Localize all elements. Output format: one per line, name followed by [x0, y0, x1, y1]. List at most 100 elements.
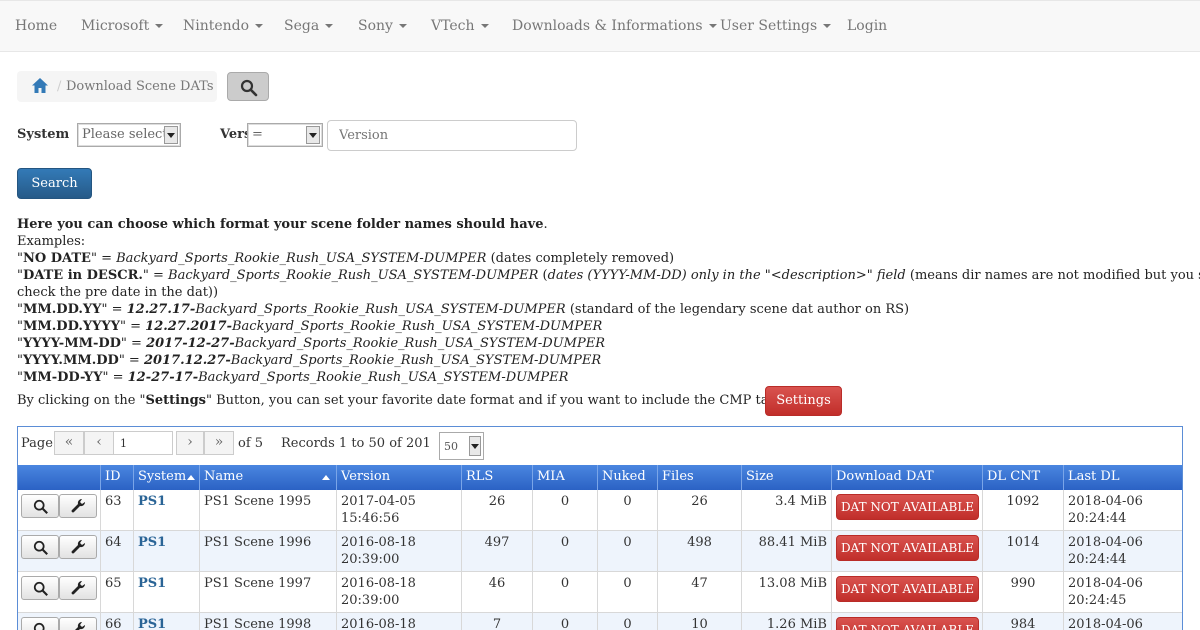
- view-button[interactable]: [21, 494, 59, 518]
- col-mia[interactable]: MIA: [532, 465, 597, 490]
- system-link[interactable]: PS1: [138, 535, 166, 550]
- example-yyyy-mm-dd-dash: "YYYY-MM-DD" = 2017-12-27-Backyard_Sport…: [17, 336, 605, 351]
- version-operator-select[interactable]: =: [247, 123, 323, 147]
- system-link[interactable]: PS1: [138, 576, 166, 591]
- table-row: 65 PS1 PS1 Scene 1997 2016-08-18 20:39:00…: [18, 572, 1182, 613]
- breadcrumb: / Download Scene DATs: [17, 71, 217, 102]
- cell-rls: 7: [461, 613, 532, 630]
- nav-downloads[interactable]: Downloads & Informations: [512, 18, 717, 34]
- nav-nintendo[interactable]: Nintendo: [183, 18, 264, 34]
- cell-id: 65: [100, 572, 133, 613]
- example-note: (dates completely removed): [486, 251, 675, 266]
- nav-sony[interactable]: Sony: [358, 18, 407, 34]
- version-time: 20:39:00: [341, 552, 400, 567]
- version-time: 15:46:56: [341, 511, 400, 526]
- example-note: (: [538, 268, 548, 283]
- col-last-dl[interactable]: Last DL: [1063, 465, 1182, 490]
- cell-id: 66: [100, 613, 133, 630]
- equals: " =: [90, 251, 117, 266]
- row-actions: [18, 531, 100, 572]
- system-link[interactable]: PS1: [138, 494, 166, 509]
- cell-rls: 26: [461, 490, 532, 531]
- top-navbar: Home Microsoft Nintendo Sega Sony VTech …: [0, 0, 1200, 52]
- example-note-italic: dates (YYYY-MM-DD) only in the "<descrip…: [547, 268, 906, 283]
- equals: " =: [142, 268, 169, 283]
- col-actions: [18, 465, 100, 490]
- settings-button[interactable]: Settings: [765, 386, 842, 416]
- col-name[interactable]: Name: [199, 465, 336, 490]
- view-button[interactable]: [21, 576, 59, 600]
- cell-download-dat: DAT NOT AVAILABLE: [831, 531, 982, 572]
- edit-button[interactable]: [59, 494, 97, 518]
- breadcrumb-current: Download Scene DATs: [66, 79, 214, 94]
- cell-nuked: 0: [597, 531, 657, 572]
- cell-version: 2016-08-18 20:39:00: [336, 531, 461, 572]
- nav-vtech[interactable]: VTech: [431, 18, 489, 34]
- caret-down-icon: [708, 24, 717, 28]
- first-page-button[interactable]: «: [54, 431, 84, 455]
- example-date-in-descr-cont: check the pre date in the dat)): [17, 285, 219, 300]
- cell-mia: 0: [532, 572, 597, 613]
- edit-button[interactable]: [59, 576, 97, 600]
- download-dat-button[interactable]: DAT NOT AVAILABLE: [836, 494, 979, 520]
- caret-down-icon: [480, 24, 489, 28]
- nav-sega-label: Sega: [284, 18, 320, 34]
- prev-page-button[interactable]: ‹: [84, 431, 114, 455]
- intro-text: Here you can choose which format your sc…: [17, 216, 548, 233]
- edit-button[interactable]: [59, 535, 97, 559]
- format-key: NO DATE: [22, 251, 91, 266]
- download-dat-button[interactable]: DAT NOT AVAILABLE: [836, 617, 979, 630]
- last-dl-time: 20:24:44: [1068, 552, 1127, 567]
- cell-size: 13.08 MiB: [741, 572, 831, 613]
- col-dl-cnt[interactable]: DL CNT: [982, 465, 1063, 490]
- example-value: Backyard_Sports_Rookie_Rush_USA_SYSTEM-D…: [234, 336, 605, 351]
- format-key: MM.DD.YYYY: [22, 319, 121, 334]
- next-page-button[interactable]: ›: [176, 431, 204, 455]
- col-files[interactable]: Files: [657, 465, 741, 490]
- download-dat-button[interactable]: DAT NOT AVAILABLE: [836, 576, 979, 602]
- settings-hint-c: " Button, you can set your favorite date…: [205, 393, 825, 408]
- cell-nuked: 0: [597, 572, 657, 613]
- example-date: 12.27.2017-: [145, 319, 232, 334]
- col-system[interactable]: System: [133, 465, 199, 490]
- magnifier-icon: [240, 79, 258, 97]
- page-label: Page: [21, 436, 53, 451]
- nav-user-settings[interactable]: User Settings: [720, 18, 832, 34]
- system-label: System: [17, 127, 70, 142]
- system-select[interactable]: Please select: [77, 123, 181, 147]
- version-input[interactable]: [327, 120, 577, 151]
- home-icon[interactable]: [31, 77, 51, 95]
- nav-home[interactable]: Home: [15, 18, 57, 34]
- rows-per-page-select[interactable]: 50: [439, 432, 484, 460]
- cell-download-dat: DAT NOT AVAILABLE: [831, 490, 982, 531]
- format-key: DATE in DESCR.: [22, 268, 143, 283]
- view-button[interactable]: [21, 535, 59, 559]
- col-nuked[interactable]: Nuked: [597, 465, 657, 490]
- last-page-button[interactable]: »: [204, 431, 234, 455]
- search-button[interactable]: Search: [17, 168, 92, 199]
- col-version[interactable]: Version: [336, 465, 461, 490]
- edit-button[interactable]: [59, 617, 97, 630]
- magnifier-icon: [33, 540, 48, 555]
- last-dl-time: 20:24:45: [1068, 593, 1127, 608]
- cell-files: 498: [657, 531, 741, 572]
- nav-microsoft[interactable]: Microsoft: [81, 18, 164, 34]
- view-button[interactable]: [21, 617, 59, 630]
- cell-files: 10: [657, 613, 741, 630]
- cell-system: PS1: [133, 613, 199, 630]
- search-toggle-button[interactable]: [227, 72, 269, 101]
- system-link[interactable]: PS1: [138, 617, 166, 630]
- download-dat-button[interactable]: DAT NOT AVAILABLE: [836, 535, 979, 561]
- cell-mia: 0: [532, 490, 597, 531]
- col-id[interactable]: ID: [100, 465, 133, 490]
- col-rls[interactable]: RLS: [461, 465, 532, 490]
- nav-login[interactable]: Login: [847, 18, 887, 34]
- example-date: 12-27-17-: [127, 370, 199, 385]
- page-number-input[interactable]: [113, 431, 173, 455]
- col-download-dat[interactable]: Download DAT: [831, 465, 982, 490]
- col-size[interactable]: Size: [741, 465, 831, 490]
- wrench-icon: [71, 499, 86, 513]
- cell-name: PS1 Scene 1997: [199, 572, 336, 613]
- caret-down-icon: [255, 24, 264, 28]
- nav-sega[interactable]: Sega: [284, 18, 334, 34]
